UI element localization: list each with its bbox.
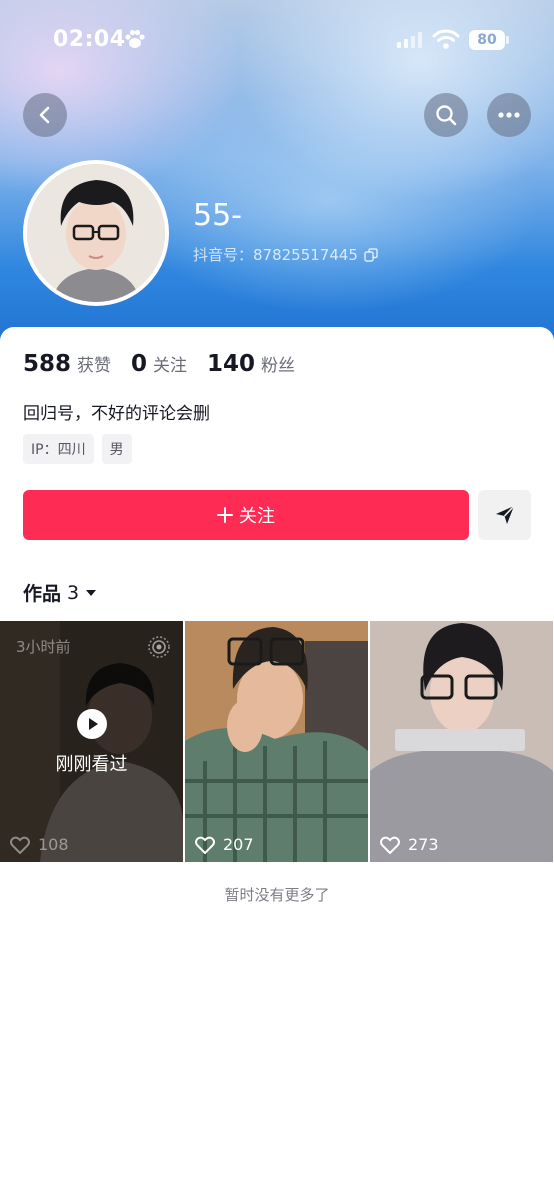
works-grid: 108 207 273 [0,621,554,862]
search-button[interactable] [424,93,468,137]
heart-icon [380,836,400,854]
paper-plane-icon [495,505,515,524]
wifi-icon [432,29,460,49]
video-time-ago: 3小时前 [16,638,71,656]
recently-watched-label: 刚刚看过 [55,754,128,775]
video-cover-image [185,621,368,862]
following-count[interactable]: 0 [131,351,147,377]
signal-icon [397,32,422,48]
ip-location-tag: IP：四川 [23,434,94,464]
following-label[interactable]: 关注 [153,351,187,376]
video-likes-count-1: 108 [38,835,69,854]
video-thumbnail-2[interactable]: 207 [185,621,368,862]
douyin-id-text: 抖音号：87825517445 [193,246,358,264]
profile-nickname: 55- [193,198,242,233]
battery-tip [506,36,509,44]
video-likes-3: 273 [380,835,439,854]
video-thumbnail-3[interactable]: 273 [370,621,553,862]
no-more-content-text: 暂时没有更多了 [224,886,330,904]
douyin-id[interactable]: 抖音号：87825517445 [193,244,378,265]
avatar[interactable] [23,160,169,306]
send-message-button[interactable] [478,490,531,540]
caret-down-icon [86,589,97,596]
follow-button[interactable]: 关注 [23,490,469,540]
heart-icon [10,836,30,854]
battery-indicator: 80 [469,30,505,50]
search-icon [436,105,457,126]
play-icon[interactable] [77,709,107,739]
followers-count[interactable]: 140 [207,351,255,377]
works-tab-label: 作品 [23,583,62,605]
works-tab[interactable]: 作品 3 [23,579,97,606]
video-likes-count-3: 273 [408,835,439,854]
gender-tag: 男 [101,434,132,464]
more-dots-icon [498,112,520,118]
paw-icon [125,29,145,48]
likes-label: 获赞 [77,356,112,376]
back-button[interactable] [23,93,67,137]
live-radio-icon [148,636,170,658]
likes-count: 588 [23,351,72,377]
heart-icon [195,836,215,854]
profile-tags: IP：四川 男 [23,434,132,464]
follow-button-label: 关注 [239,506,275,527]
profile-stats: 588 获赞 0 关注 140 粉丝 [23,351,315,377]
copy-icon[interactable] [364,247,378,262]
video-likes-2: 207 [195,835,254,854]
video-likes-count-2: 207 [223,835,254,854]
status-time: 02:04 [53,27,126,52]
chevron-left-icon [39,106,50,124]
profile-bio: 回归号，不好的评论会删 [23,404,210,424]
followers-label[interactable]: 粉丝 [261,351,295,376]
works-count: 3 [67,581,80,604]
plus-icon [217,507,233,523]
video-cover-image [370,621,553,862]
video-likes-1: 108 [10,835,69,854]
avatar-image [27,164,165,302]
more-options-button[interactable] [487,93,531,137]
